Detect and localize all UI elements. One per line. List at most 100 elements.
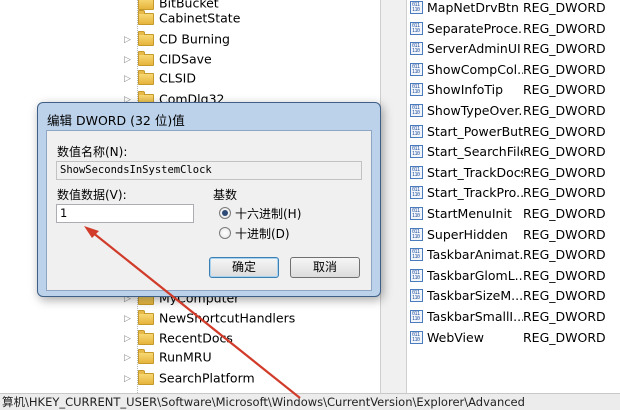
edit-dword-dialog: 编辑 DWORD (32 位)值 数值名称(N): ShowSecondsInS… xyxy=(37,102,381,297)
tree-item[interactable]: CabinetState xyxy=(124,8,240,28)
value-name: Start_SearchFiles xyxy=(427,144,523,160)
value-row[interactable]: 011110 Start_PowerBut...REG_DWORD xyxy=(410,121,606,142)
icon-bits-bottom: 110 xyxy=(412,316,420,322)
value-name-label: 数值名称(N): xyxy=(57,145,128,159)
tree-item[interactable]: ▷ NewShortcutHandlers xyxy=(124,308,295,328)
dword-value-icon: 011 110 xyxy=(410,21,423,35)
status-path: 算机\HKEY_CURRENT_USER\Software\Microsoft\… xyxy=(2,395,525,409)
tree-item[interactable]: ▷ RecentDocs xyxy=(124,328,233,348)
value-row[interactable]: 011 110 TaskbarSmallI...REG_DWORD xyxy=(410,306,606,327)
pane-splitter[interactable] xyxy=(380,0,407,393)
icon-bits-bottom: 110 xyxy=(412,7,420,13)
expand-arrow-icon[interactable]: ▷ xyxy=(124,50,134,70)
value-type: REG_DWORD xyxy=(523,206,606,221)
value-type: REG_DWORD xyxy=(523,309,606,324)
icon-bits-bottom: 110 xyxy=(412,233,420,240)
value-name: MapNetDrvBtn xyxy=(427,0,519,15)
dword-value-icon: 011 110 xyxy=(410,1,423,14)
expand-arrow-icon[interactable]: ▷ xyxy=(124,348,134,368)
expand-arrow-icon[interactable]: ▷ xyxy=(124,69,134,89)
value-type: REG_DWORD xyxy=(523,267,606,283)
radio-dec[interactable] xyxy=(219,227,231,239)
value-type: REG_DWORD xyxy=(523,123,606,139)
value-type: REG_DWORD xyxy=(523,103,606,118)
icon-bits-bottom: 110 xyxy=(412,295,420,302)
dword-value-icon: 011 110 xyxy=(410,145,423,159)
value-row[interactable]: 011 110 Start_TrackPro...REG_DWORD xyxy=(410,182,606,203)
tree-item[interactable]: ▷ RunMRU xyxy=(124,347,212,367)
value-type: REG_DWORD xyxy=(523,61,606,77)
expand-arrow-icon[interactable]: ▷ xyxy=(124,30,134,50)
folder-icon xyxy=(138,50,154,66)
icon-bits-bottom: 110 xyxy=(412,27,420,34)
value-row[interactable]: 011 110 MapNetDrvBtn REG_DWORD xyxy=(410,0,606,18)
expand-arrow-icon[interactable]: ▷ xyxy=(124,309,134,329)
value-row[interactable]: 011 110 ShowCompCol...REG_DWORD xyxy=(410,59,606,80)
value-name: TaskbarSmallI... xyxy=(427,309,523,324)
radio-dec-label[interactable]: 十进制(D) xyxy=(235,225,290,242)
value-row[interactable]: 011 110 ServerAdminUI REG_DWORD xyxy=(410,38,606,59)
folder-icon xyxy=(138,329,154,345)
value-name: ServerAdminUI xyxy=(427,41,521,57)
tree-item-label: CD Burning xyxy=(159,31,230,47)
value-row[interactable]: 011 110 TaskbarSizeM...REG_DWORD xyxy=(410,285,606,306)
radio-hex-label[interactable]: 十六进制(H) xyxy=(235,205,301,222)
value-name: ShowInfoTip xyxy=(427,82,504,98)
value-row[interactable]: 011110 Start_SearchFilesREG_DWORD xyxy=(410,141,606,162)
icon-bits-bottom: 110 xyxy=(412,254,420,261)
value-type: REG_DWORD xyxy=(523,329,606,345)
value-row[interactable]: 011 110 WebView REG_DWORD xyxy=(410,327,606,348)
registry-value-list[interactable]: 011 110 MapNetDrvBtn REG_DWORD 011 110 Separat… xyxy=(407,0,620,393)
value-name-text: ShowSecondsInSystemClock xyxy=(60,164,212,176)
folder-icon xyxy=(138,9,154,25)
value-name: Start_TrackPro... xyxy=(427,185,523,201)
icon-bits-bottom: 110 xyxy=(412,68,420,75)
icon-bits-bottom: 110 xyxy=(412,89,420,96)
value-row[interactable]: 011 110 Start_TrackDocsREG_DWORD xyxy=(410,162,606,183)
dialog-client: 数值名称(N): ShowSecondsInSystemClock 数值数据(V… xyxy=(46,130,372,291)
value-type: REG_DWORD xyxy=(523,247,606,263)
value-row[interactable]: 011 110 SeparateProce...REG_DWORD xyxy=(410,18,606,39)
tree-item-label: RecentDocs xyxy=(159,330,233,346)
tree-item-label: CLSID xyxy=(159,70,196,86)
tree-item[interactable]: ▷ CLSID xyxy=(124,68,196,88)
value-name: ShowCompCol... xyxy=(427,61,523,77)
value-name: Start_PowerBut... xyxy=(427,123,523,139)
icon-bits-bottom: 110 xyxy=(412,110,420,116)
icon-bits-bottom: 110 xyxy=(412,336,420,343)
value-type: REG_DWORD xyxy=(523,144,606,160)
value-name: Start_TrackDocs xyxy=(427,164,523,180)
dword-value-icon: 011 110 xyxy=(410,227,423,241)
value-data-input[interactable]: 1 xyxy=(56,204,194,223)
tree-item[interactable]: ▷ CD Burning xyxy=(124,29,230,49)
value-row[interactable]: 011 110 StartMenuInit REG_DWORD xyxy=(410,203,606,224)
expand-arrow-icon[interactable]: ▷ xyxy=(124,369,134,389)
tree-item-label: SearchPlatform xyxy=(159,370,255,386)
value-row[interactable]: 011 110 SuperHidden REG_DWORD xyxy=(410,224,606,245)
dword-value-icon: 011 110 xyxy=(410,310,423,323)
dword-value-icon: 011 110 xyxy=(410,330,423,344)
dword-value-icon: 011 110 xyxy=(410,124,423,138)
cancel-button[interactable]: 取消 xyxy=(290,257,360,278)
tree-item[interactable]: ▷ SearchPlatform xyxy=(124,368,255,388)
value-type: REG_DWORD xyxy=(523,164,606,180)
value-row[interactable]: 011 110 TaskbarAnimat...REG_DWORD xyxy=(410,244,606,265)
value-row[interactable]: 011 110 TaskbarGlomL...REG_DWORD xyxy=(410,265,606,286)
ok-button[interactable]: 确定 xyxy=(209,257,279,278)
tree-item-label: NewShortcutHandlers xyxy=(159,310,296,326)
value-row[interactable]: 011 110 ShowInfoTip REG_DWORD xyxy=(410,79,606,100)
dword-value-icon: 011 110 xyxy=(410,186,423,200)
folder-icon xyxy=(138,348,154,364)
dword-value-icon: 011 110 xyxy=(410,165,423,179)
radio-hex[interactable] xyxy=(219,207,231,219)
dword-value-icon: 011 110 xyxy=(410,42,423,56)
value-row[interactable]: 011 110 ShowTypeOver...REG_DWORD xyxy=(410,100,606,121)
value-name: TaskbarAnimat... xyxy=(427,247,523,263)
dialog-title: 编辑 DWORD (32 位)值 xyxy=(47,113,185,128)
value-name: WebView xyxy=(427,329,484,345)
value-name: SuperHidden xyxy=(427,226,508,242)
expand-arrow-icon[interactable]: ▷ xyxy=(124,329,134,349)
value-name: StartMenuInit xyxy=(427,206,512,221)
tree-item[interactable]: ▷ CIDSave xyxy=(124,49,212,69)
folder-icon xyxy=(138,369,154,385)
